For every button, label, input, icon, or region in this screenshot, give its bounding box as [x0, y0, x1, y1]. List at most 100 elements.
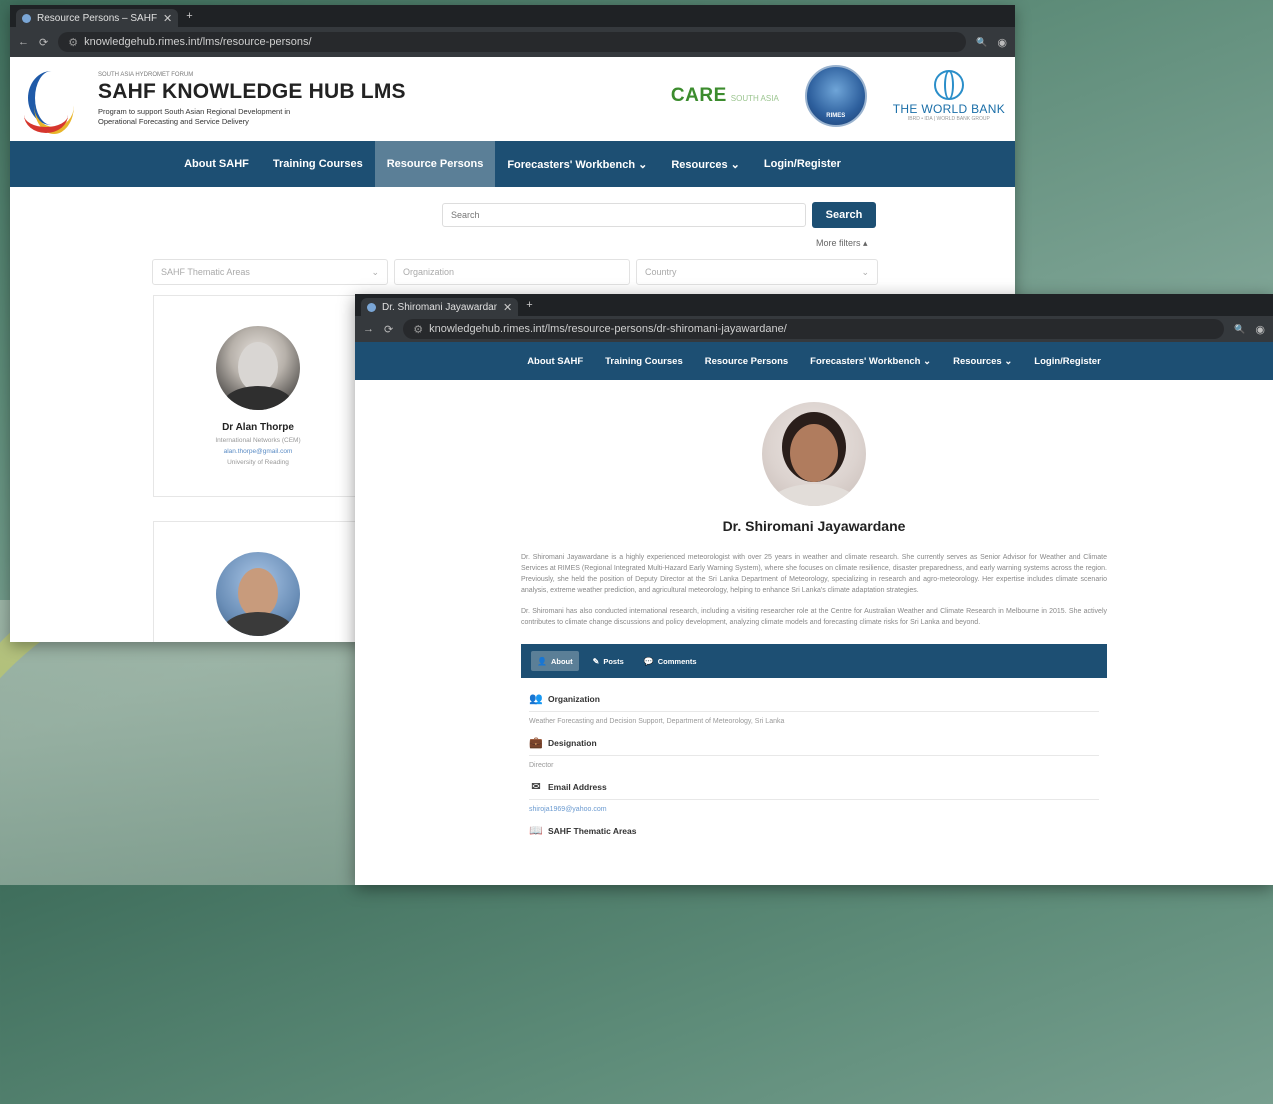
email-value[interactable]: shiroja1969@yahoo.com — [529, 800, 1099, 818]
address-bar: ← ⟳ ⚙ knowledgehub.rimes.int/lms/resourc… — [10, 27, 1015, 57]
nav-resources[interactable]: Resources ⌄ — [659, 141, 752, 187]
resource-person-email[interactable]: alan.thorpe@gmail.com — [154, 448, 362, 455]
nav-resource-persons[interactable]: Resource Persons — [694, 342, 799, 380]
url-field[interactable]: ⚙ knowledgehub.rimes.int/lms/resource-pe… — [403, 319, 1225, 339]
nav-about-sahf[interactable]: About SAHF — [516, 342, 594, 380]
users-icon: 👥 — [529, 693, 543, 705]
sahf-logo[interactable] — [20, 67, 82, 134]
url-field[interactable]: ⚙ knowledgehub.rimes.int/lms/resource-pe… — [58, 32, 967, 52]
site-info-icon[interactable]: ⚙ — [413, 323, 423, 336]
nav-about-sahf[interactable]: About SAHF — [172, 141, 261, 187]
profile-bio: Dr. Shiromani Jayawardane is a highly ex… — [521, 552, 1107, 628]
user-icon: 👤 — [537, 656, 547, 666]
zoom-search-icon[interactable]: 🔍 — [1234, 324, 1245, 335]
nav-resources[interactable]: Resources ⌄ — [942, 342, 1023, 380]
rimes-logo-text: RIMES — [826, 113, 846, 119]
reload-icon[interactable]: ⟳ — [39, 36, 48, 49]
site-title[interactable]: SAHF KNOWLEDGE HUB LMS — [98, 80, 406, 104]
new-tab-icon[interactable]: + — [186, 10, 192, 22]
comment-icon: 💬 — [643, 656, 654, 666]
nav-training-courses[interactable]: Training Courses — [594, 342, 694, 380]
resource-person-card[interactable]: Dr Alan Thorpe International Networks (C… — [153, 295, 363, 497]
tab-posts-label: Posts — [603, 656, 624, 666]
url-text: knowledgehub.rimes.int/lms/resource-pers… — [429, 323, 787, 335]
organization-input[interactable]: Organization — [394, 259, 630, 285]
new-tab-icon[interactable]: + — [526, 299, 532, 311]
profile-tabs: 👤 About ✎ Posts 💬 Comments — [521, 644, 1107, 678]
rimes-logo: RIMES — [804, 65, 867, 127]
world-bank-text: THE WORLD BANK — [892, 102, 1005, 116]
country-label: Country — [645, 267, 677, 277]
url-text: knowledgehub.rimes.int/lms/resource-pers… — [84, 36, 312, 48]
profile-icon[interactable]: ◉ — [997, 36, 1007, 49]
resource-person-org: University of Reading — [227, 459, 289, 466]
tab-bar: Resource Persons – SAHF Know... ✕ + — [10, 5, 1015, 27]
resource-person-name[interactable]: Dr Alan Thorpe — [154, 422, 362, 433]
main-nav: About SAHF Training Courses Resource Per… — [355, 342, 1273, 380]
organization-heading: 👥 Organization — [529, 686, 1099, 712]
designation-heading: 💼 Designation — [529, 730, 1099, 756]
reload-icon[interactable]: ⟳ — [384, 323, 393, 336]
bio-paragraph: Dr. Shiromani has also conducted interna… — [521, 608, 1107, 626]
country-select[interactable]: Country ⌄ — [636, 259, 878, 285]
briefcase-icon: 💼 — [529, 737, 543, 749]
avatar — [216, 326, 300, 410]
care-logo-sub: SOUTH ASIA — [730, 94, 779, 103]
zoom-search-icon[interactable]: 🔍 — [976, 37, 987, 48]
browser-tab[interactable]: Dr. Shiromani Jayawardane | SA... ✕ — [361, 298, 519, 316]
nav-forecasters-workbench[interactable]: Forecasters' Workbench ⌄ — [495, 141, 659, 187]
tab-title: Resource Persons – SAHF Know... — [37, 12, 157, 24]
back-icon[interactable]: ← — [18, 36, 29, 48]
thematic-areas-label: SAHF Thematic Areas — [548, 825, 637, 836]
nav-forecasters-workbench[interactable]: Forecasters' Workbench ⌄ — [799, 342, 942, 380]
pencil-icon: ✎ — [592, 656, 600, 666]
browser-tab[interactable]: Resource Persons – SAHF Know... ✕ — [16, 9, 179, 27]
nav-resource-persons[interactable]: Resource Persons — [374, 141, 496, 187]
nav-training-courses[interactable]: Training Courses — [261, 141, 375, 187]
care-logo-text: CARE — [670, 85, 727, 106]
forward-icon[interactable]: → — [363, 323, 374, 335]
tab-posts[interactable]: ✎ Posts — [587, 651, 630, 671]
site-info-icon[interactable]: ⚙ — [68, 36, 78, 49]
tab-title: Dr. Shiromani Jayawardane | SA... — [382, 301, 497, 313]
search-input[interactable] — [442, 203, 806, 227]
resource-person-card[interactable] — [153, 521, 363, 642]
search-button[interactable]: Search — [812, 202, 876, 228]
world-bank-logo: THE WORLD BANK IBRD • IDA | WORLD BANK G… — [893, 70, 1005, 122]
organization-label: Organization — [548, 693, 600, 704]
profile-icon[interactable]: ◉ — [1255, 323, 1265, 336]
book-icon: 📖 — [529, 825, 543, 837]
favicon-icon — [367, 302, 376, 312]
close-tab-icon[interactable]: ✕ — [163, 12, 172, 25]
email-heading: ✉ Email Address — [529, 774, 1099, 800]
profile-details: 👥 Organization Weather Forecasting and D… — [529, 686, 1099, 843]
tab-comments-label: Comments — [657, 656, 697, 666]
world-bank-sub: IBRD • IDA | WORLD BANK GROUP — [907, 116, 990, 122]
nav-login-register[interactable]: Login/Register — [1023, 342, 1112, 380]
tab-comments[interactable]: 💬 Comments — [638, 651, 703, 671]
thematic-areas-select[interactable]: SAHF Thematic Areas ⌄ — [152, 259, 388, 285]
main-nav: About SAHF Training Courses Resource Per… — [10, 141, 1015, 187]
tab-about-label: About — [550, 656, 573, 666]
filter-row: SAHF Thematic Areas ⌄ Organization Count… — [152, 259, 878, 285]
chevron-down-icon: ⌄ — [861, 266, 869, 277]
bio-paragraph: Dr. Shiromani Jayawardane is a highly ex… — [521, 554, 1107, 594]
designation-value: Director — [529, 762, 554, 769]
tab-about[interactable]: 👤 About — [531, 651, 579, 671]
close-tab-icon[interactable]: ✕ — [503, 301, 512, 314]
profile-name: Dr. Shiromani Jayawardane — [722, 518, 906, 534]
more-filters-toggle[interactable]: More filters ▴ — [816, 238, 868, 249]
thematic-areas-label: SAHF Thematic Areas — [161, 267, 250, 277]
search-row: Search — [442, 202, 876, 228]
site-header: SOUTH ASIA HYDROMET FORUM SAHF KNOWLEDGE… — [10, 57, 1015, 141]
email-label: Email Address — [548, 781, 607, 792]
chevron-down-icon: ⌄ — [371, 266, 379, 277]
care-logo: CARE SOUTH ASIA — [671, 85, 779, 107]
favicon-icon — [22, 13, 31, 23]
address-bar: → ⟳ ⚙ knowledgehub.rimes.int/lms/resourc… — [355, 316, 1273, 342]
nav-login-register[interactable]: Login/Register — [752, 141, 853, 187]
thematic-areas-heading: 📖 SAHF Thematic Areas — [529, 818, 1099, 843]
partner-logos: CARE SOUTH ASIA RIMES THE WORLD BANK IBRD… — [671, 65, 1005, 127]
browser-window-profile: Dr. Shiromani Jayawardane | SA... ✕ + → … — [355, 294, 1273, 885]
organization-label: Organization — [403, 267, 455, 277]
